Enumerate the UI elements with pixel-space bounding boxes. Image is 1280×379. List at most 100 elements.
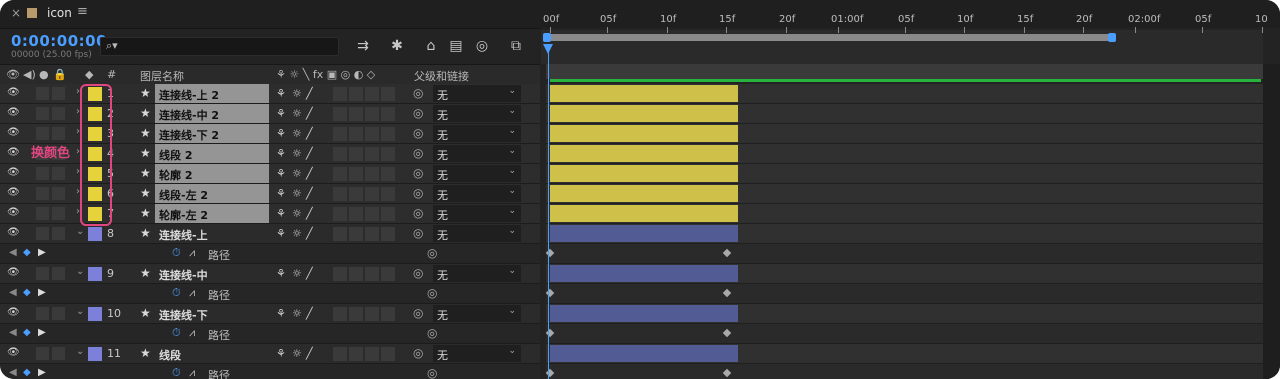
stopwatch-icon[interactable]: ⏱: [172, 326, 181, 345]
motion-blur-icon[interactable]: ◎: [472, 36, 492, 56]
switch-box[interactable]: [36, 107, 49, 120]
switch-box[interactable]: [381, 87, 395, 101]
switch-box[interactable]: [333, 267, 347, 281]
switch-box[interactable]: [349, 147, 363, 161]
pickwhip-icon[interactable]: ◎: [413, 266, 423, 285]
layer-name-header[interactable]: 图层名称: [140, 68, 184, 84]
switch-box[interactable]: [52, 167, 65, 180]
switch-box[interactable]: [365, 167, 379, 181]
property-row[interactable]: ◀ ◆ ▶ ⏱ ⩘ 路径 ◎: [0, 244, 540, 264]
next-keyframe-icon[interactable]: ▶: [38, 367, 46, 379]
switch-box[interactable]: [36, 267, 49, 280]
layer-row[interactable]: 👁 ⌄ 10 ★ 连接线-下 ⚘ ☼ ╱ ◎ 无 ⌄: [0, 304, 540, 324]
switch-box[interactable]: [36, 207, 49, 220]
switch-box[interactable]: [349, 227, 363, 241]
pickwhip-icon[interactable]: ◎: [413, 106, 423, 125]
graph-icon[interactable]: ⩘: [189, 326, 195, 345]
switch-box[interactable]: [349, 127, 363, 141]
switch-box[interactable]: [52, 207, 65, 220]
switch-box[interactable]: [333, 87, 347, 101]
frame-blending-icon[interactable]: ▤: [446, 36, 466, 56]
switch-box[interactable]: [36, 167, 49, 180]
pickwhip-icon[interactable]: ◎: [413, 86, 423, 105]
switch-box[interactable]: [333, 347, 347, 361]
shy-icon[interactable]: ⌂: [421, 36, 441, 56]
layer-row[interactable]: 👁 ⌄ 8 ★ 连接线-上 ⚘ ☼ ╱ ◎ 无 ⌄: [0, 224, 540, 244]
timecode[interactable]: 0:00:00:00: [11, 32, 107, 50]
layer-name[interactable]: 连接线-下: [155, 304, 269, 323]
pickwhip-icon[interactable]: ◎: [427, 246, 437, 265]
switch-box[interactable]: [349, 267, 363, 281]
layer-duration-bar[interactable]: [550, 265, 738, 282]
pickwhip-icon[interactable]: ◎: [413, 186, 423, 205]
property-track[interactable]: [546, 284, 1263, 304]
parent-select[interactable]: 无 ⌄: [433, 225, 521, 242]
pickwhip-icon[interactable]: ◎: [427, 326, 437, 345]
navigator-end-handle[interactable]: [1108, 33, 1116, 42]
parent-select[interactable]: 无 ⌄: [433, 305, 521, 322]
property-row[interactable]: ◀ ◆ ▶ ⏱ ⩘ 路径 ◎: [0, 364, 540, 379]
switch-box[interactable]: [52, 347, 65, 360]
label-color-swatch[interactable]: [88, 347, 102, 361]
comp-flowchart-icon[interactable]: ⇉: [353, 36, 373, 56]
switch-box[interactable]: [381, 307, 395, 321]
close-icon[interactable]: ×: [11, 6, 21, 20]
graph-icon[interactable]: ⩘: [189, 246, 195, 265]
switch-box[interactable]: [36, 347, 49, 360]
expand-arrow-icon[interactable]: ⌄: [76, 266, 84, 285]
graph-icon[interactable]: ⩘: [189, 366, 195, 379]
pickwhip-icon[interactable]: ◎: [427, 366, 437, 379]
label-color-swatch[interactable]: [88, 227, 102, 241]
switch-box[interactable]: [365, 107, 379, 121]
property-track[interactable]: [546, 324, 1263, 344]
switch-box[interactable]: [36, 227, 49, 240]
switch-box[interactable]: [333, 187, 347, 201]
layer-duration-bar[interactable]: [550, 125, 738, 142]
switch-box[interactable]: [381, 127, 395, 141]
switch-box[interactable]: [365, 227, 379, 241]
pickwhip-icon[interactable]: ◎: [413, 346, 423, 365]
layer-name[interactable]: 线段 2: [155, 144, 269, 163]
parent-select[interactable]: 无 ⌄: [433, 185, 521, 202]
switch-box[interactable]: [333, 167, 347, 181]
parent-select[interactable]: 无 ⌄: [433, 145, 521, 162]
switch-box[interactable]: [365, 207, 379, 221]
switch-box[interactable]: [365, 87, 379, 101]
layer-duration-bar[interactable]: [550, 85, 738, 102]
pickwhip-icon[interactable]: ◎: [413, 146, 423, 165]
layer-name[interactable]: 线段: [155, 344, 269, 363]
switch-box[interactable]: [365, 147, 379, 161]
search-input[interactable]: ⌕▾: [100, 37, 339, 56]
pickwhip-icon[interactable]: ◎: [413, 166, 423, 185]
pickwhip-icon[interactable]: ◎: [413, 226, 423, 245]
label-color-swatch[interactable]: [88, 307, 102, 321]
layer-row[interactable]: 👁 ⌄ 11 ★ 线段 ⚘ ☼ ╱ ◎ 无 ⌄: [0, 344, 540, 364]
switch-box[interactable]: [381, 147, 395, 161]
parent-select[interactable]: 无 ⌄: [433, 205, 521, 222]
switch-box[interactable]: [381, 207, 395, 221]
switch-box[interactable]: [333, 207, 347, 221]
switch-box[interactable]: [381, 107, 395, 121]
switch-box[interactable]: [349, 187, 363, 201]
switch-box[interactable]: [365, 307, 379, 321]
layer-name[interactable]: 连接线-上 2: [155, 84, 269, 103]
expand-arrow-icon[interactable]: ⌄: [76, 346, 84, 365]
draft-3d-icon[interactable]: ✱: [387, 36, 407, 56]
pickwhip-icon[interactable]: ◎: [413, 126, 423, 145]
switch-box[interactable]: [333, 127, 347, 141]
layer-name[interactable]: 轮廓 2: [155, 164, 269, 183]
switch-box[interactable]: [349, 167, 363, 181]
layer-duration-bar[interactable]: [550, 165, 738, 182]
pickwhip-icon[interactable]: ◎: [413, 206, 423, 225]
stopwatch-icon[interactable]: ⏱: [172, 286, 181, 305]
property-row[interactable]: ◀ ◆ ▶ ⏱ ⩘ 路径 ◎: [0, 324, 540, 344]
switch-box[interactable]: [52, 87, 65, 100]
property-track[interactable]: [546, 244, 1263, 264]
layer-name[interactable]: 轮廓-左 2: [155, 204, 269, 223]
stopwatch-icon[interactable]: ⏱: [172, 366, 181, 379]
switch-box[interactable]: [365, 267, 379, 281]
composition-title[interactable]: icon: [47, 6, 72, 20]
switch-box[interactable]: [349, 347, 363, 361]
label-color-swatch[interactable]: [88, 267, 102, 281]
switch-box[interactable]: [52, 227, 65, 240]
